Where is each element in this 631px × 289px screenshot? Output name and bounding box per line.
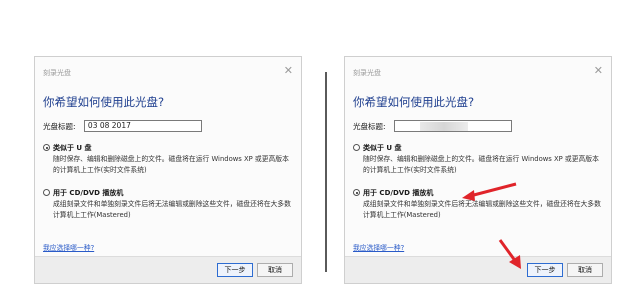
next-button[interactable]: 下一步 [217,263,253,277]
dialog-heading: 你希望如何使用此光盘? [353,95,475,109]
disc-title-label: 光盘标题: [43,121,76,131]
option-usb-desc: 随时保存、编辑和删除磁盘上的文件。磁盘将在运行 Windows XP 或更高版本… [53,155,289,174]
button-bar: 下一步 取消 [345,256,611,283]
option-cd-dvd-title: 用于 CD/DVD 播放机 [53,189,124,197]
radio-usb[interactable] [43,144,50,151]
option-usb[interactable]: 类似于 U 盘 随时保存、编辑和删除磁盘上的文件。磁盘将在运行 Windows … [43,143,293,183]
close-icon[interactable]: ✕ [284,65,293,77]
disc-title-row: 光盘标题: [43,120,202,132]
window-title: 刻录光盘 [43,69,71,77]
button-bar: 下一步 取消 [35,256,301,283]
option-usb-desc: 随时保存、编辑和删除磁盘上的文件。磁盘将在运行 Windows XP 或更高版本… [363,155,599,174]
option-cd-dvd-desc: 成组刻录文件和单独刻录文件后将无法编辑或删除这些文件，磁盘还将在大多数计算机上工… [53,200,291,219]
arrow-annotation-icon [498,239,521,269]
dialog-heading: 你希望如何使用此光盘? [43,95,165,109]
arrow-annotation-icon [462,182,517,201]
title-bar: 刻录光盘 ✕ [43,65,293,79]
cancel-button[interactable]: 取消 [567,263,603,277]
option-usb[interactable]: 类似于 U 盘 随时保存、编辑和删除磁盘上的文件。磁盘将在运行 Windows … [353,143,603,183]
disc-title-input-wrap [388,120,512,132]
disc-title-label: 光盘标题: [353,121,386,131]
blurred-region [419,122,468,131]
option-usb-title: 类似于 U 盘 [53,144,92,152]
help-link[interactable]: 我应选择哪一种? [43,242,94,252]
close-icon[interactable]: ✕ [594,65,603,77]
radio-usb[interactable] [353,144,360,151]
window-title: 刻录光盘 [353,69,381,77]
disc-title-input[interactable] [83,120,202,132]
option-cd-dvd[interactable]: 用于 CD/DVD 播放机 成组刻录文件和单独刻录文件后将无法编辑或删除这些文件… [43,188,293,228]
burn-disc-dialog-right: 刻录光盘 ✕ 你希望如何使用此光盘? 光盘标题: 类似于 U 盘 随时保存、编辑… [344,56,612,284]
disc-title-row: 光盘标题: [353,120,512,132]
title-bar: 刻录光盘 ✕ [353,65,603,79]
radio-cd-dvd[interactable] [43,189,50,196]
option-usb-title: 类似于 U 盘 [363,144,402,152]
cancel-button[interactable]: 取消 [257,263,293,277]
burn-disc-dialog-left: 刻录光盘 ✕ 你希望如何使用此光盘? 光盘标题: 类似于 U 盘 随时保存、编辑… [34,56,302,284]
option-cd-dvd-title: 用于 CD/DVD 播放机 [363,189,434,197]
next-button[interactable]: 下一步 [527,263,563,277]
divider [325,72,327,272]
help-link[interactable]: 我应选择哪一种? [353,242,404,252]
radio-cd-dvd[interactable] [353,189,360,196]
